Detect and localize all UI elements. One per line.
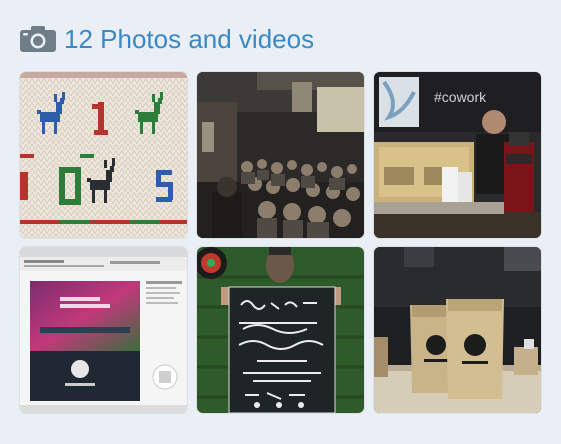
photo-thumbnail-audience[interactable] [197,72,364,238]
knitted-pattern-image [20,72,187,238]
photo-thumbnail-poster[interactable] [197,247,364,413]
website-screenshot-image [20,247,187,413]
media-header-title: 12 Photos and videos [64,24,315,54]
chalkboard-poster-image [197,247,364,413]
coffee-bags-image [374,247,541,413]
photo-thumbnail-coffee-bags[interactable] [374,247,541,413]
media-header[interactable]: 12 Photos and videos [20,22,314,56]
photo-thumbnail-coffee-bar[interactable]: #cowork [374,72,541,238]
photo-thumbnail-website[interactable] [20,247,187,413]
audience-hall-image [197,72,364,238]
coffee-bar-image: #cowork [374,72,541,238]
svg-text:#cowork: #cowork [434,89,487,105]
photo-grid: #cowork [20,72,541,413]
camera-icon [20,26,56,52]
photo-thumbnail-knitted[interactable] [20,72,187,238]
